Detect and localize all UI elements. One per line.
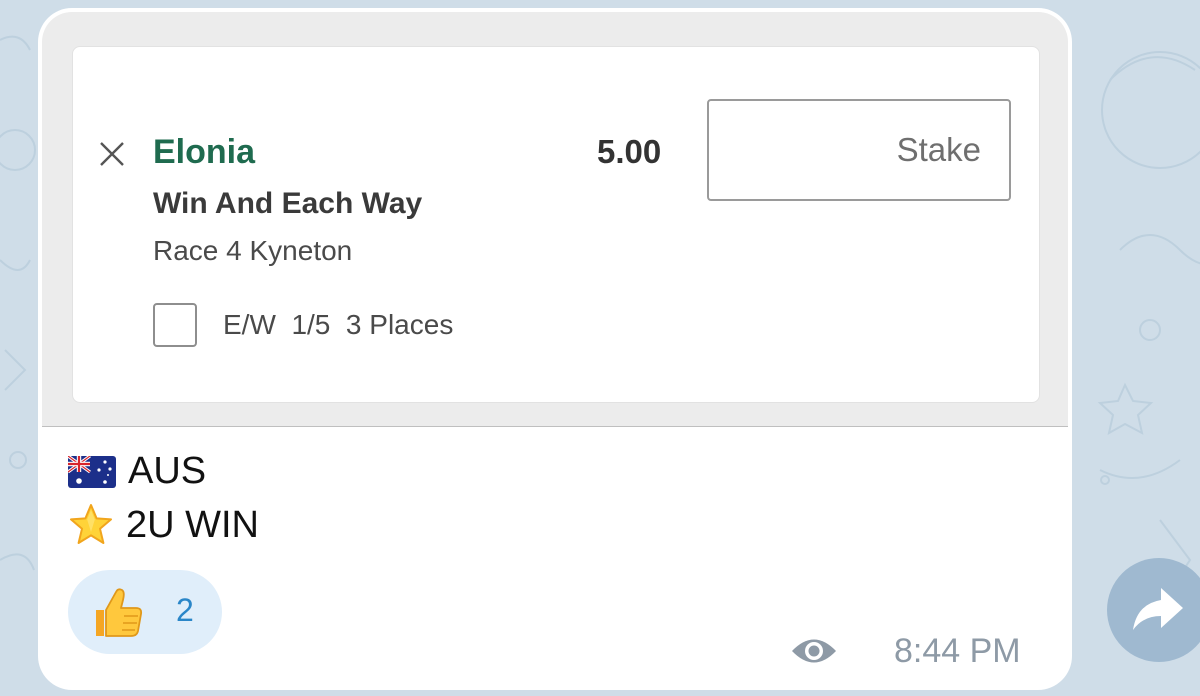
- stake-text: 2U WIN: [126, 503, 259, 546]
- thumbs-up-icon: [96, 588, 143, 637]
- market-name: Win And Each Way: [153, 187, 423, 220]
- forward-arrow-icon: [1133, 588, 1183, 630]
- region-text: AUS: [128, 450, 207, 492]
- close-icon[interactable]: [97, 139, 127, 169]
- each-way-label: E/W 1/5 3 Places: [223, 309, 454, 340]
- message-timestamp: 8:44 PM: [894, 632, 1021, 670]
- odds-value: 5.00: [597, 133, 662, 170]
- thumbs-up-reaction-button[interactable]: 2: [68, 570, 222, 654]
- eye-icon: [792, 639, 836, 663]
- selection-name: Elonia: [153, 133, 256, 171]
- star-icon: [70, 504, 112, 544]
- message-line-region: AUS: [68, 450, 206, 493]
- bet-slip-card: Elonia Win And Each Way Race 4 Kyneton 5…: [72, 46, 1040, 403]
- bet-slip-screenshot[interactable]: Elonia Win And Each Way Race 4 Kyneton 5…: [42, 12, 1068, 427]
- message-line-stake: 2U WIN: [68, 502, 259, 548]
- reaction-count: 2: [176, 592, 194, 628]
- event-name: Race 4 Kyneton: [153, 235, 353, 266]
- message-bubble[interactable]: Elonia Win And Each Way Race 4 Kyneton 5…: [38, 8, 1072, 690]
- australia-flag-icon: [68, 455, 116, 488]
- each-way-checkbox[interactable]: [153, 303, 197, 347]
- stake-input[interactable]: [707, 99, 1011, 201]
- forward-button[interactable]: [1107, 558, 1200, 662]
